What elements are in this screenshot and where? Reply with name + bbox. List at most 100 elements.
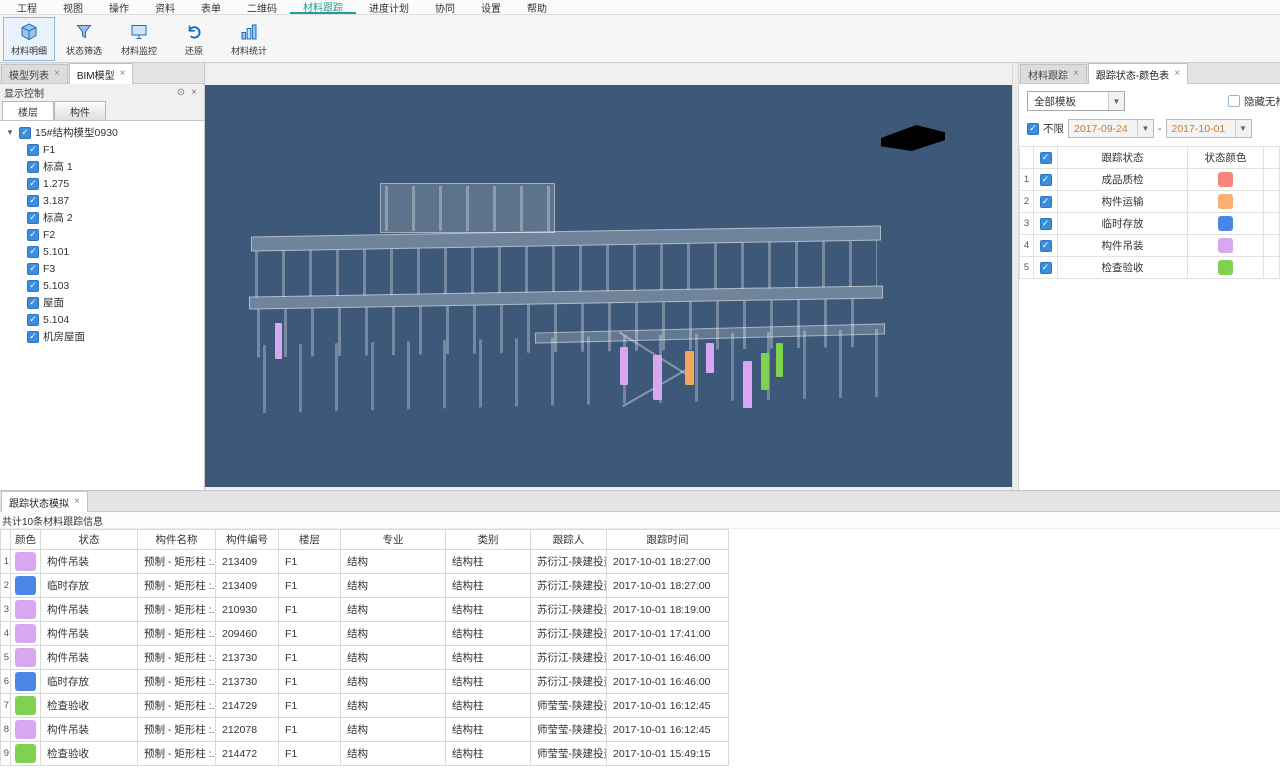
status-row-成品质检[interactable]: 1✓成品质检 [1020,169,1280,191]
highlight-bar-3[interactable] [653,355,662,400]
column-header-跟踪时间: 跟踪时间 [607,530,729,550]
tab-跟踪状态-颜色表[interactable]: 跟踪状态-颜色表× [1088,63,1188,84]
template-dropdown[interactable]: 全部模板 ▼ [1027,91,1125,111]
date-to-field[interactable]: 2017-10-01 ▼ [1166,119,1252,138]
highlight-bar-7[interactable] [761,353,769,390]
checkbox[interactable]: ✓ [1040,262,1052,274]
tab-材料跟踪[interactable]: 材料跟踪× [1020,64,1087,83]
menu-item-操作[interactable]: 操作 [96,0,142,14]
toolbar-button-材料明细[interactable]: 材料明细 [3,17,55,61]
collapse-arrow-icon[interactable]: ▾ [5,127,15,138]
close-icon[interactable]: × [120,69,126,79]
menu-item-设置[interactable]: 设置 [468,0,514,14]
tree-item-label: F3 [43,263,55,275]
checkbox[interactable]: ✓ [27,161,39,173]
hide-empty-checkbox[interactable] [1228,95,1240,107]
checkbox[interactable]: ✓ [27,212,39,224]
tab-跟踪状态模拟[interactable]: 跟踪状态模拟× [1,491,88,512]
checkbox[interactable]: ✓ [27,144,39,156]
hide-empty-checkbox-group[interactable]: 隐藏无构件的跟踪状态 [1228,94,1280,109]
highlight-bar-5[interactable] [706,343,714,373]
track-row[interactable]: 5构件吊装预制 - 矩形柱 :...213730F1结构结构柱苏衍江-陕建投资2… [1,646,729,670]
building-penthouse-columns [385,186,550,231]
status-row-检查验收[interactable]: 5✓检查验收 [1020,257,1280,279]
menu-item-表单[interactable]: 表单 [188,0,234,14]
status-row-临时存放[interactable]: 3✓临时存放 [1020,213,1280,235]
tree-item-5.103[interactable]: ✓5.103 [0,277,204,294]
toolbar-button-材料监控[interactable]: 材料监控 [113,17,165,61]
checkbox[interactable]: ✓ [27,178,39,190]
tree-item-3.187[interactable]: ✓3.187 [0,192,204,209]
tree-item-F3[interactable]: ✓ F3 [0,260,204,277]
checkbox[interactable]: ✓ [27,280,39,292]
track-row[interactable]: 4构件吊装预制 - 矩形柱 :...209460F1结构结构柱苏衍江-陕建投资2… [1,622,729,646]
select-all-checkbox[interactable]: ✓ [1040,152,1052,164]
track-row[interactable]: 9检查验收预制 - 矩形柱 :...214472F1结构结构柱师莹莹-陕建投资2… [1,742,729,766]
viewport-3d[interactable] [205,85,1012,487]
header-status-color: 状态颜色 [1188,147,1264,169]
tab-模型列表[interactable]: 模型列表× [1,64,68,83]
menu-item-协同[interactable]: 协同 [422,0,468,14]
subtab-楼层[interactable]: 楼层 [2,101,54,120]
menu-item-工程[interactable]: 工程 [4,0,50,14]
checkbox[interactable]: ✓ [27,195,39,207]
status-row-构件运输[interactable]: 2✓构件运输 [1020,191,1280,213]
tree-item-5.101[interactable]: ✓5.101 [0,243,204,260]
checkbox[interactable]: ✓ [1040,174,1052,186]
track-row[interactable]: 2临时存放预制 - 矩形柱 :...213409F1结构结构柱苏衍江-陕建投资2… [1,574,729,598]
vertical-splitter[interactable] [1012,63,1019,490]
tree-item-机房屋面[interactable]: ✓机房屋面 [0,328,204,345]
menu-item-视图[interactable]: 视图 [50,0,96,14]
tree-item-屋面[interactable]: ✓屋面 [0,294,204,311]
close-icon[interactable]: × [188,87,200,98]
checkbox[interactable]: ✓ [1040,218,1052,230]
float-panel-icon[interactable]: ⊙ [174,87,188,98]
checkbox[interactable]: ✓ [1040,240,1052,252]
menu-item-资料[interactable]: 资料 [142,0,188,14]
view-cube[interactable] [881,125,945,151]
tree-item-F1[interactable]: ✓F1 [0,141,204,158]
checkbox[interactable]: ✓ [27,297,39,309]
toolbar-button-还原[interactable]: 还原 [168,17,220,61]
close-icon[interactable]: × [1073,69,1079,79]
track-row[interactable]: 1构件吊装预制 - 矩形柱 :...213409F1结构结构柱苏衍江-陕建投资2… [1,550,729,574]
checkbox[interactable]: ✓ [27,246,39,258]
checkbox[interactable]: ✓ [1040,196,1052,208]
highlight-bar-6[interactable] [743,361,752,408]
close-icon[interactable]: × [1174,69,1180,79]
menu-item-材料跟踪[interactable]: 材料跟踪 [290,0,356,14]
checkbox[interactable]: ✓ [27,331,39,343]
track-row[interactable]: 3构件吊装预制 - 矩形柱 :...210930F1结构结构柱苏衍江-陕建投资2… [1,598,729,622]
cell-code: 214729 [216,694,279,718]
menu-item-二维码[interactable]: 二维码 [234,0,290,14]
tree-item-标高 2[interactable]: ✓标高 2 [0,209,204,226]
toolbar-button-状态筛选[interactable]: 状态筛选 [58,17,110,61]
checkbox[interactable]: ✓ [19,127,31,139]
subtab-构件[interactable]: 构件 [54,101,106,120]
tree-item-1.275[interactable]: ✓1.275 [0,175,204,192]
tree-root[interactable]: ▾✓15#结构模型0930 [0,124,204,141]
highlight-bar-2[interactable] [620,347,628,385]
track-row[interactable]: 7检查验收预制 - 矩形柱 :...214729F1结构结构柱师莹莹-陕建投资2… [1,694,729,718]
unlimited-checkbox[interactable]: ✓ [1027,123,1039,135]
checkbox[interactable]: ✓ [27,314,39,326]
track-row[interactable]: 6临时存放预制 - 矩形柱 :...213730F1结构结构柱苏衍江-陕建投资2… [1,670,729,694]
tree-item-5.104[interactable]: ✓5.104 [0,311,204,328]
tree-item-F2[interactable]: ✓F2 [0,226,204,243]
menu-item-帮助[interactable]: 帮助 [514,0,560,14]
close-icon[interactable]: × [54,69,60,79]
menu-item-进度计划[interactable]: 进度计划 [356,0,422,14]
tree-item-标高 1[interactable]: ✓标高 1 [0,158,204,175]
highlight-bar-8[interactable] [776,343,783,377]
track-row[interactable]: 8构件吊装预制 - 矩形柱 :...212078F1结构结构柱师莹莹-陕建投资2… [1,718,729,742]
checkbox[interactable]: ✓ [27,229,39,241]
highlight-bar-4[interactable] [685,351,694,385]
status-row-构件吊装[interactable]: 4✓构件吊装 [1020,235,1280,257]
date-from-field[interactable]: 2017-09-24 ▼ [1068,119,1154,138]
toolbar-button-材料统计[interactable]: 材料统计 [223,17,275,61]
tab-BIM模型[interactable]: BIM模型× [69,63,134,84]
row-number: 9 [1,742,11,766]
close-icon[interactable]: × [74,497,80,507]
checkbox[interactable]: ✓ [27,263,39,275]
highlight-bar-1[interactable] [275,323,282,359]
